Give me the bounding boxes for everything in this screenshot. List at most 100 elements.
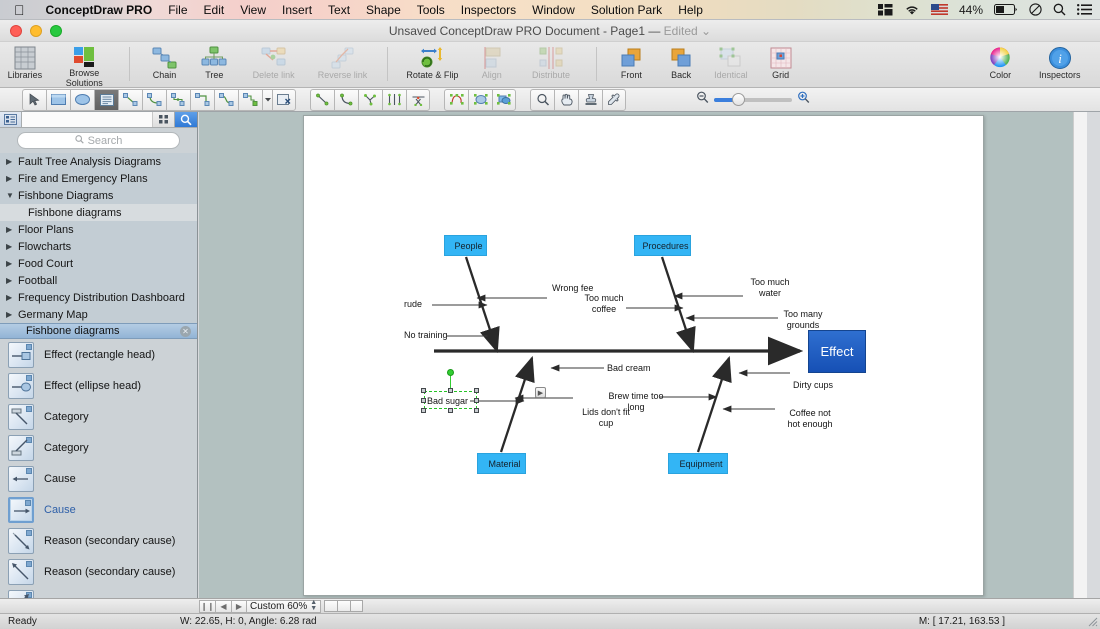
chevron-right-icon[interactable]: ▶ (6, 293, 18, 302)
toolbar-inspectors-button[interactable]: i Inspectors (1025, 42, 1094, 88)
pointer-tool[interactable] (22, 88, 46, 111)
arc-tool[interactable] (334, 88, 358, 111)
minimize-window-button[interactable] (30, 24, 42, 37)
unlink-tool[interactable] (272, 88, 296, 111)
mirror-tool[interactable] (382, 88, 406, 111)
toolbar-rotate-flip-button[interactable]: Rotate & Flip (398, 42, 467, 88)
spotlight-search-icon[interactable] (1053, 3, 1066, 16)
chevron-right-icon[interactable]: ▶ (6, 225, 18, 234)
page-tab-1[interactable] (324, 600, 338, 612)
menu-help[interactable]: Help (670, 3, 711, 17)
list-item-reason-secondary-3[interactable]: Reason (secondary cause) (0, 587, 197, 598)
resize-handle-se[interactable] (474, 408, 479, 413)
menu-shape[interactable]: Shape (358, 3, 409, 17)
us-flag-icon[interactable] (930, 4, 948, 15)
sidebar-item-flowcharts[interactable]: ▶ Flowcharts (0, 238, 197, 255)
toolbar-send-back-button[interactable]: Back (656, 42, 706, 88)
menu-insert[interactable]: Insert (274, 3, 320, 17)
connector-smart-tool[interactable] (238, 88, 262, 111)
page-tab-2[interactable] (337, 600, 351, 612)
resize-handle-w[interactable] (421, 398, 426, 403)
sidebar-item-fishbone-diagrams[interactable]: ▼ Fishbone Diagrams (0, 187, 197, 204)
chevron-right-icon[interactable]: ▶ (6, 259, 18, 268)
library-panel-title[interactable]: Fishbone diagrams ✕ (0, 323, 197, 339)
chevron-down-icon[interactable]: ▼ (6, 191, 18, 200)
menu-inspectors[interactable]: Inspectors (453, 3, 524, 17)
menu-text[interactable]: Text (320, 3, 358, 17)
connector-right-angle-tool[interactable] (190, 88, 214, 111)
chevron-right-icon[interactable]: ▶ (6, 157, 18, 166)
page-zoom-select[interactable]: Custom 60% ▲ ▼ (247, 599, 322, 613)
toolbar-bring-front-button[interactable]: Front (606, 42, 656, 88)
chevron-right-icon[interactable]: ▶ (6, 276, 18, 285)
toolbar-reverse-link-button[interactable]: Reverse link (308, 42, 377, 88)
search-input[interactable]: Search (17, 132, 180, 149)
apple-logo-icon[interactable]:  (0, 3, 38, 17)
pause-icon[interactable]: ❙❙ (199, 599, 215, 613)
cause-label-bad-sugar[interactable]: Bad sugar (427, 396, 477, 407)
sidebar-subitem-fishbone-diagrams[interactable]: Fishbone diagrams (0, 204, 197, 221)
resize-handle-sw[interactable] (421, 408, 426, 413)
vertical-scrollbar[interactable] (1073, 112, 1087, 598)
chevron-right-icon[interactable]: ▶ (6, 174, 18, 183)
sidebar-item-fault-tree-analysis-diagrams[interactable]: ▶ Fault Tree Analysis Diagrams (0, 153, 197, 170)
prev-page-icon[interactable]: ◀ (215, 599, 231, 613)
notification-center-icon[interactable] (1077, 4, 1092, 15)
menu-window[interactable]: Window (524, 3, 583, 17)
group-shapes-tool[interactable] (492, 88, 516, 111)
sidebar-search-button[interactable] (175, 112, 197, 127)
list-item-effect-ellipse-head[interactable]: Effect (ellipse head) (0, 370, 197, 401)
toolbar-color-button[interactable]: Color (976, 42, 1026, 88)
menu-solution-park[interactable]: Solution Park (583, 3, 670, 17)
next-page-icon[interactable]: ▶ (231, 599, 247, 613)
close-window-button[interactable] (10, 24, 22, 37)
edit-points-tool[interactable] (444, 88, 468, 111)
list-item-cause-right[interactable]: Cause (0, 494, 197, 525)
document-page[interactable] (303, 115, 984, 596)
menu-app-name[interactable]: ConceptDraw PRO (38, 3, 161, 17)
zoom-out-icon[interactable] (696, 91, 709, 109)
connector-direct-tool[interactable] (118, 88, 142, 111)
toolbar-browse-solutions-button[interactable]: Browse Solutions (50, 42, 119, 88)
scissors-tool[interactable] (406, 88, 430, 111)
resize-handle-n[interactable] (448, 388, 453, 393)
union-shapes-tool[interactable] (468, 88, 492, 111)
resize-handle-e[interactable] (474, 398, 479, 403)
connector-direction-badge[interactable]: ▶ (535, 387, 546, 398)
hand-tool[interactable] (554, 88, 578, 111)
sidebar-item-frequency-distribution-dashboard[interactable]: ▶ Frequency Distribution Dashboard (0, 289, 197, 306)
zoom-slider[interactable] (714, 92, 792, 106)
rectangle-tool[interactable] (46, 88, 70, 111)
zoom-in-icon[interactable] (797, 91, 810, 109)
toolbar-grid-button[interactable]: Grid (756, 42, 806, 88)
sidebar-item-germany-map[interactable]: ▶ Germany Map (0, 306, 197, 323)
window-resize-grip[interactable] (1086, 615, 1098, 627)
connector-curved-tool[interactable] (214, 88, 238, 111)
zoom-slider-knob[interactable] (732, 92, 745, 106)
toolbar-distribute-button[interactable]: Distribute (517, 42, 586, 88)
text-block-tool[interactable] (94, 88, 118, 111)
stepper-icon[interactable]: ▲ ▼ (310, 599, 317, 613)
battery-icon[interactable] (994, 4, 1018, 15)
resize-handle-nw[interactable] (421, 388, 426, 393)
menu-file[interactable]: File (160, 3, 195, 17)
polyline-tool[interactable] (358, 88, 382, 111)
maximize-window-button[interactable] (50, 24, 62, 37)
list-view-icon[interactable] (0, 112, 22, 127)
chevron-right-icon[interactable]: ▶ (6, 242, 18, 251)
menu-tools[interactable]: Tools (409, 3, 453, 17)
eyedropper-tool[interactable] (602, 88, 626, 111)
page-tab-3[interactable] (350, 600, 364, 612)
list-item-category-up[interactable]: Category (0, 432, 197, 463)
toolbar-align-button[interactable]: Align (467, 42, 517, 88)
line-tool[interactable] (310, 88, 334, 111)
connector-tree-tool[interactable] (166, 88, 190, 111)
grid-view-icon[interactable] (153, 112, 175, 127)
list-item-reason-secondary-1[interactable]: Reason (secondary cause) (0, 525, 197, 556)
toolbar-identical-button[interactable]: Identical (706, 42, 756, 88)
resize-handle-ne[interactable] (474, 388, 479, 393)
chevron-down-icon[interactable]: ⌄ (701, 24, 711, 38)
do-not-disturb-icon[interactable] (1029, 3, 1042, 16)
sidebar-item-fire-and-emergency-plans[interactable]: ▶ Fire and Emergency Plans (0, 170, 197, 187)
sidebar-item-food-court[interactable]: ▶ Food Court (0, 255, 197, 272)
